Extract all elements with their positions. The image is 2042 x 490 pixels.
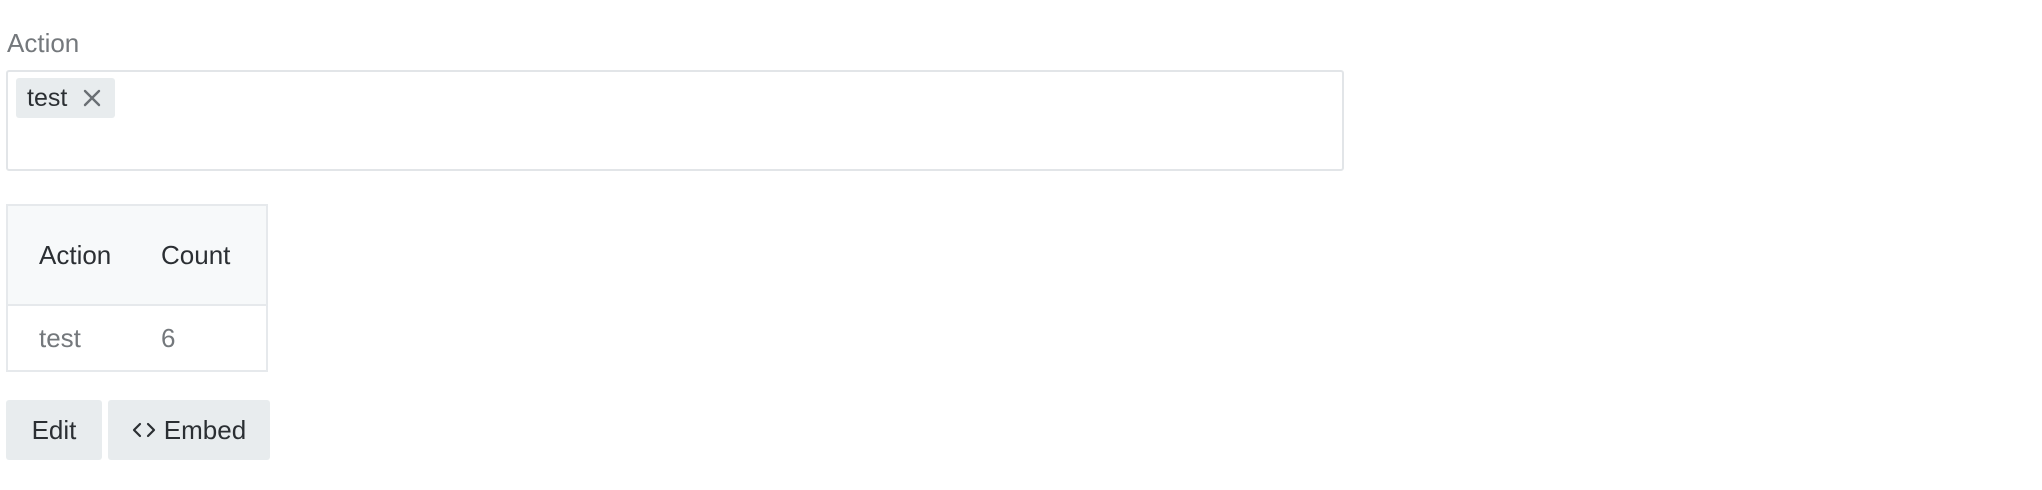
edit-button-label: Edit (31, 414, 77, 445)
edit-button[interactable]: Edit (6, 400, 102, 460)
close-icon[interactable] (81, 87, 103, 109)
page: Action test Action Count test 6 Edit Emb… (0, 0, 2042, 490)
cell-count: 6 (161, 322, 176, 353)
embed-button[interactable]: Embed (108, 400, 270, 460)
action-field-label: Action (7, 28, 80, 58)
action-tag-input[interactable]: test (6, 70, 1344, 171)
column-header-action[interactable]: Action (7, 205, 161, 306)
table-header-row: Action Count (7, 205, 267, 306)
embed-button-label: Embed (163, 414, 247, 445)
code-icon (132, 421, 156, 439)
tag-label: test (27, 83, 68, 112)
cell-action: test (39, 322, 81, 353)
column-header-count[interactable]: Count (161, 205, 267, 306)
results-table: Action Count test 6 (6, 204, 268, 372)
tag-chip: test (16, 78, 116, 118)
table-row: test 6 (7, 305, 267, 371)
